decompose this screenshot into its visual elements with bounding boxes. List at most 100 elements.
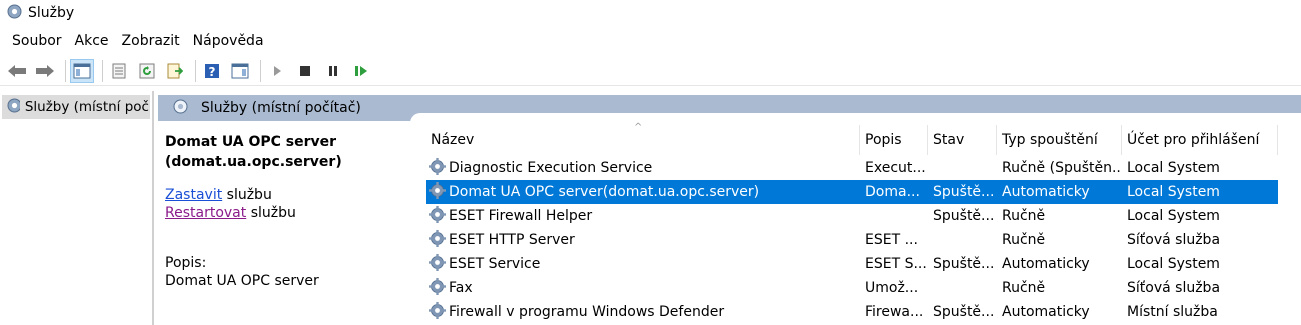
column-label: Název bbox=[431, 132, 475, 148]
services-gear-icon bbox=[172, 98, 189, 119]
service-startup-type-cell: Ručně bbox=[1002, 232, 1046, 248]
service-name: Fax bbox=[449, 280, 473, 296]
service-name-cell: Fax bbox=[426, 276, 858, 300]
service-startup-type-cell: Ručně bbox=[1002, 280, 1046, 296]
table-row[interactable]: Firewall v programu Windows Defender Fire… bbox=[426, 300, 1278, 324]
service-gear-icon bbox=[428, 205, 449, 228]
description-text: Domat UA OPC server bbox=[165, 273, 319, 289]
toolbar-separator bbox=[102, 59, 103, 82]
restart-action: Restartovat službu bbox=[165, 204, 415, 222]
service-gear-icon bbox=[428, 253, 449, 276]
table-row[interactable]: ESET Service ESET S... Spuště... Automatick… bbox=[426, 252, 1278, 276]
service-description-cell: Umož... bbox=[865, 280, 919, 296]
services-gear-icon bbox=[6, 3, 23, 24]
show-console-tree-icon[interactable] bbox=[70, 58, 94, 83]
service-description-cell: ESET ... bbox=[865, 232, 918, 248]
service-status-cell: Spuště... bbox=[933, 184, 995, 200]
resume-service-icon[interactable] bbox=[349, 59, 373, 83]
table-row[interactable]: ESET HTTP Server ESET ... Ručně Síťová služ… bbox=[426, 228, 1278, 252]
restart-service-link[interactable]: Restartovat bbox=[165, 205, 246, 221]
service-logon-account-cell: Síťová služba bbox=[1127, 232, 1221, 248]
menu-soubor[interactable]: Soubor bbox=[8, 33, 71, 49]
menu-napoveda[interactable]: Nápověda bbox=[189, 33, 273, 49]
menu-bar: Soubor Akce Zobrazit Nápověda bbox=[0, 30, 1301, 52]
service-startup-type-cell: Automaticky bbox=[1002, 256, 1090, 272]
column-header-stav[interactable]: Stav bbox=[928, 125, 997, 155]
service-name-cell: Diagnostic Execution Service bbox=[426, 156, 858, 180]
service-name-cell: ESET Service bbox=[426, 252, 858, 276]
export-list-icon[interactable] bbox=[163, 59, 187, 83]
help-icon[interactable]: ? bbox=[200, 59, 224, 83]
stop-service-link[interactable]: Zastavit bbox=[165, 187, 222, 203]
column-label: Popis bbox=[865, 132, 902, 148]
service-description-cell bbox=[860, 204, 926, 228]
table-row[interactable]: ESET Firewall Helper Spuště... Ručně Local … bbox=[426, 204, 1278, 228]
column-header-typ[interactable]: Typ spouštění bbox=[997, 125, 1122, 155]
start-service-icon[interactable] bbox=[265, 59, 289, 83]
service-startup-type-cell: Ručně bbox=[1002, 208, 1046, 224]
menu-akce[interactable]: Akce bbox=[71, 33, 118, 49]
properties-icon[interactable] bbox=[107, 59, 131, 83]
menu-zobrazit[interactable]: Zobrazit bbox=[118, 33, 189, 49]
service-name-cell: Domat UA OPC server(domat.ua.opc.server) bbox=[426, 180, 858, 204]
pane-header-title: Služby (místní počítač) bbox=[201, 100, 361, 116]
service-logon-account-cell: Místní služba bbox=[1127, 304, 1218, 320]
column-header-name[interactable]: Název ^ bbox=[426, 122, 860, 155]
pause-service-icon[interactable] bbox=[321, 59, 345, 83]
service-name: ESET Service bbox=[449, 256, 541, 272]
back-arrow-icon[interactable] bbox=[5, 59, 29, 83]
service-gear-icon bbox=[428, 229, 449, 252]
stop-service-icon[interactable] bbox=[293, 59, 317, 83]
column-label: Stav bbox=[933, 132, 965, 148]
selected-service-name: Domat UA OPC server (domat.ua.opc.server… bbox=[165, 134, 342, 170]
service-status-cell bbox=[928, 156, 997, 180]
service-logon-account-cell: Síťová služba bbox=[1127, 280, 1221, 296]
refresh-icon[interactable] bbox=[135, 59, 159, 83]
service-gear-icon bbox=[428, 301, 449, 324]
column-header-ucet[interactable]: Účet pro přihlášení bbox=[1122, 125, 1278, 155]
service-description-panel: Domat UA OPC server (domat.ua.opc.server… bbox=[165, 132, 415, 290]
table-row[interactable]: Fax Umož... Ručně Síťová služba bbox=[426, 276, 1278, 300]
service-status-cell bbox=[928, 228, 997, 252]
services-rows: Diagnostic Execution Service Execut... Ruč… bbox=[426, 156, 1278, 324]
tab-list-area bbox=[410, 113, 1301, 125]
service-name-cell: ESET HTTP Server bbox=[426, 228, 858, 252]
toolbar-separator bbox=[65, 59, 66, 82]
service-description-cell: Firewa... bbox=[865, 304, 924, 320]
service-startup-type-cell: Automaticky bbox=[1002, 304, 1090, 320]
service-logon-account-cell: Local System bbox=[1127, 208, 1220, 224]
restart-suffix: službu bbox=[246, 205, 296, 221]
service-name: ESET HTTP Server bbox=[449, 232, 575, 248]
title-bar: Služby bbox=[0, 0, 1301, 26]
table-row[interactable]: Domat UA OPC server(domat.ua.opc.server)… bbox=[426, 180, 1278, 204]
forward-arrow-icon[interactable] bbox=[33, 59, 57, 83]
service-logon-account-cell: Local System bbox=[1127, 184, 1220, 200]
toolbar-separator bbox=[260, 59, 261, 82]
service-status-cell: Spuště... bbox=[933, 256, 995, 272]
service-status-cell: Spuště... bbox=[933, 304, 995, 320]
service-name-cell: ESET Firewall Helper bbox=[426, 204, 858, 228]
svg-text:?: ? bbox=[209, 65, 216, 79]
toolbar: ? bbox=[0, 56, 1301, 86]
service-status-cell bbox=[928, 276, 997, 300]
service-name: ESET Firewall Helper bbox=[449, 208, 593, 224]
column-label: Účet pro přihlášení bbox=[1127, 132, 1260, 148]
service-name: Diagnostic Execution Service bbox=[449, 160, 653, 176]
console-tree: Služby (místní počítač) bbox=[0, 91, 154, 325]
tree-item-services-local[interactable]: Služby (místní počítač) bbox=[2, 95, 150, 119]
table-row[interactable]: Diagnostic Execution Service Execut... Ruč… bbox=[426, 156, 1278, 180]
window-title: Služby bbox=[28, 5, 75, 21]
show-action-pane-icon[interactable] bbox=[228, 59, 252, 83]
column-header-popis[interactable]: Popis bbox=[860, 125, 928, 155]
service-name: Domat UA OPC server(domat.ua.opc.server) bbox=[449, 184, 760, 200]
service-logon-account-cell: Local System bbox=[1127, 160, 1220, 176]
stop-suffix: službu bbox=[222, 187, 272, 203]
sort-ascending-icon: ^ bbox=[634, 122, 643, 133]
service-gear-icon bbox=[428, 277, 449, 300]
service-description-cell: ESET S... bbox=[865, 256, 926, 272]
service-name-cell: Firewall v programu Windows Defender bbox=[426, 300, 858, 324]
service-startup-type-cell: Ručně (Spuštěn... bbox=[1002, 160, 1122, 176]
toolbar-separator bbox=[195, 59, 196, 82]
service-name: Firewall v programu Windows Defender bbox=[449, 304, 725, 320]
column-label: Typ spouštění bbox=[1002, 132, 1098, 148]
